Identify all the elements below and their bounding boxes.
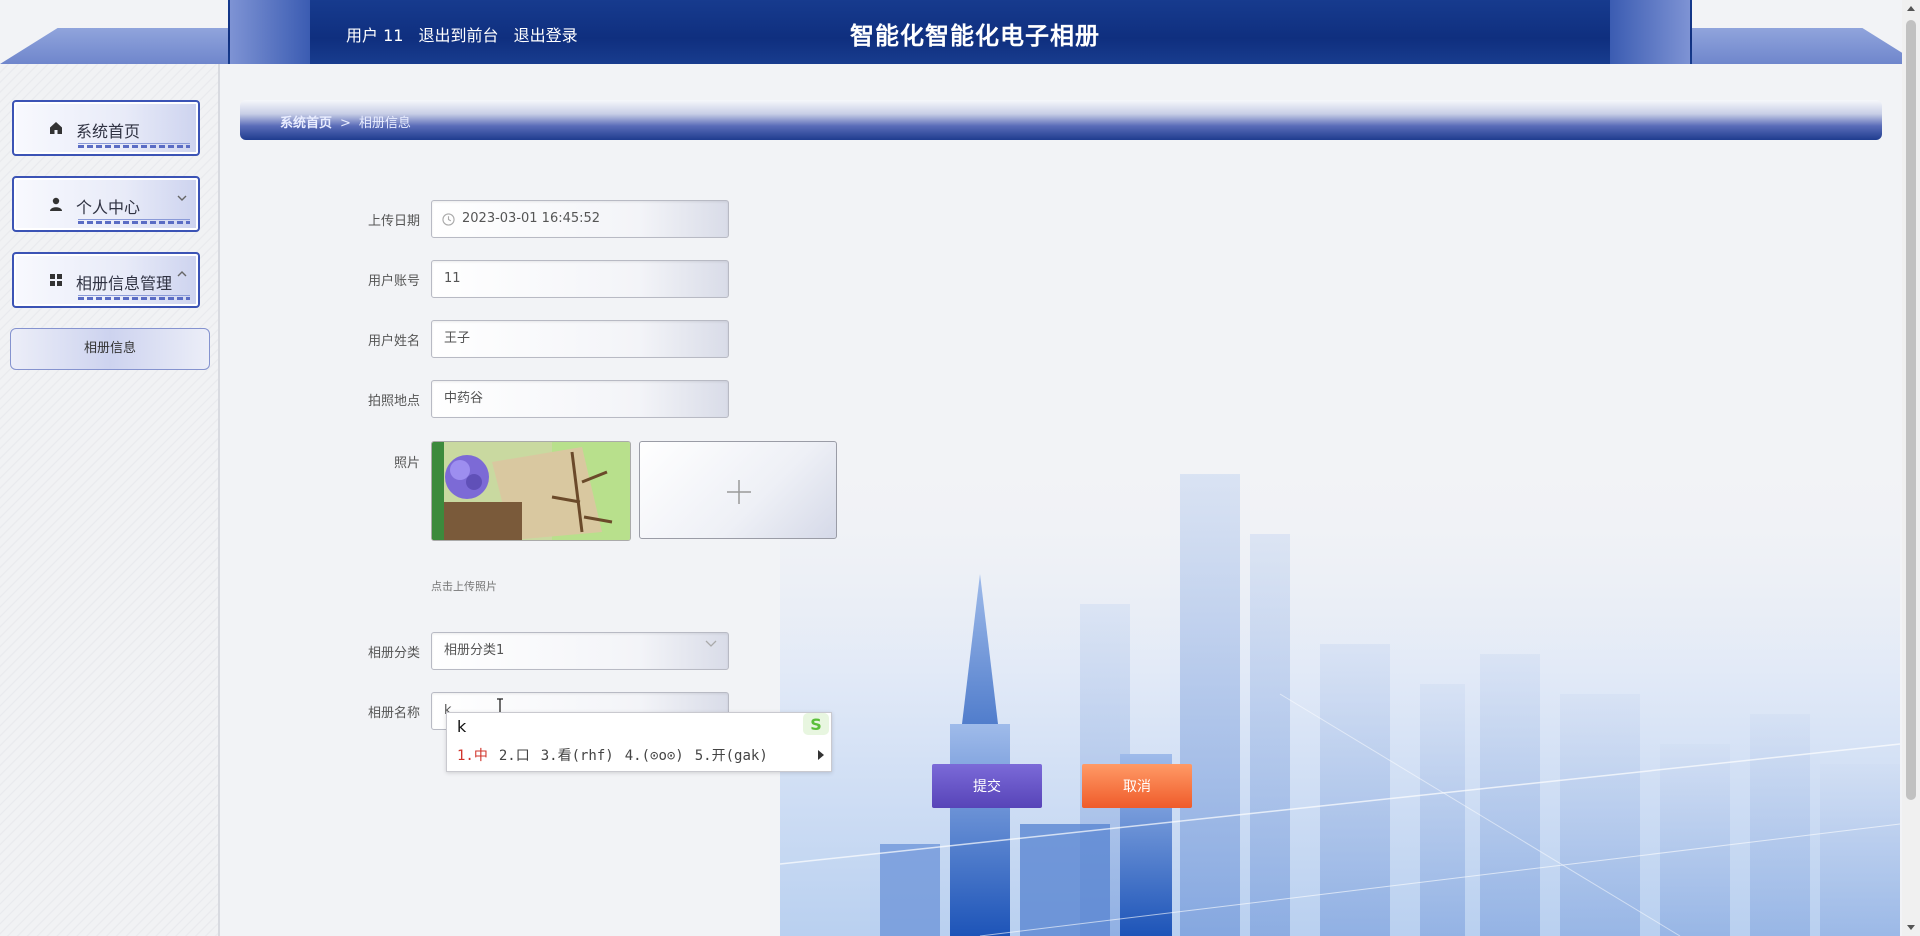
vertical-scrollbar[interactable] bbox=[1902, 0, 1920, 936]
user-name-label: 用户姓名 bbox=[367, 334, 420, 349]
ime-candidate[interactable]: 5.开(gak) bbox=[695, 748, 768, 764]
photo-location-input[interactable]: 中药谷 bbox=[431, 380, 729, 418]
breadcrumb-home[interactable]: 系统首页 bbox=[280, 116, 332, 131]
uploaded-photo-thumbnail[interactable] bbox=[431, 441, 631, 541]
upload-date-value: 2023-03-01 16:45:52 bbox=[462, 211, 601, 226]
city-background-image bbox=[780, 444, 1900, 936]
album-category-select[interactable]: 相册分类1 bbox=[431, 632, 729, 670]
clock-icon bbox=[442, 213, 455, 226]
ime-candidate-list: 1.中 2.口 3.看(rhf) 4.(⊙o⊙) 5.开(gak) bbox=[457, 745, 779, 765]
album-name-label: 相册名称 bbox=[367, 706, 420, 721]
sidebar-subitem-album-info[interactable]: 相册信息 bbox=[10, 328, 210, 370]
upload-date-label: 上传日期 bbox=[367, 214, 420, 229]
ime-candidate[interactable]: 4.(⊙o⊙) bbox=[625, 748, 684, 764]
menu-decoration bbox=[78, 295, 190, 296]
ime-candidate[interactable]: 3.看(rhf) bbox=[541, 748, 614, 764]
breadcrumb-current: 相册信息 bbox=[358, 116, 411, 131]
plus-icon bbox=[727, 480, 751, 504]
submit-button[interactable]: 提交 bbox=[932, 764, 1042, 808]
top-header: 用户 11 退出到前台 退出登录 智能化智能化电子相册 bbox=[0, 0, 1920, 64]
grid-icon bbox=[50, 274, 62, 286]
sidebar-item-label: 系统首页 bbox=[76, 122, 141, 141]
ime-next-page-icon[interactable] bbox=[817, 749, 825, 761]
cancel-button[interactable]: 取消 bbox=[1082, 764, 1192, 808]
chevron-up-icon bbox=[177, 271, 187, 277]
sidebar-item-label: 相册信息管理 bbox=[76, 274, 173, 293]
chevron-down-icon bbox=[177, 195, 187, 201]
ime-composition-text: k bbox=[457, 717, 467, 736]
photo-location-label: 拍照地点 bbox=[367, 394, 420, 409]
home-icon bbox=[50, 122, 62, 134]
menu-decoration bbox=[78, 221, 190, 224]
sidebar-item-home[interactable]: 系统首页 bbox=[12, 100, 200, 156]
menu-decoration bbox=[78, 219, 190, 220]
main-content: 系统首页 > 相册信息 上传日期 2023-03-01 16:45:52 用户账号 … bbox=[220, 64, 1900, 936]
ime-candidate-popup: k S 1.中 2.口 3.看(rhf) 4.(⊙o⊙) 5.开(gak) bbox=[446, 712, 832, 772]
ime-candidate[interactable]: 2.口 bbox=[499, 748, 530, 764]
sogou-ime-logo-icon: S bbox=[803, 713, 829, 735]
scroll-down-icon[interactable] bbox=[1906, 924, 1916, 932]
user-account-input[interactable]: 11 bbox=[431, 260, 729, 298]
photo-label: 照片 bbox=[393, 456, 420, 471]
sidebar-item-label: 个人中心 bbox=[76, 198, 141, 217]
sidebar: 系统首页 个人中心 相册信息管理 相册信息 bbox=[0, 64, 220, 936]
breadcrumb: 系统首页 > 相册信息 bbox=[240, 100, 1882, 140]
site-title: 智能化智能化电子相册 bbox=[850, 22, 1100, 50]
chevron-down-icon bbox=[705, 640, 717, 647]
menu-decoration bbox=[78, 145, 190, 148]
user-account-label: 用户账号 bbox=[367, 274, 420, 289]
album-category-label: 相册分类 bbox=[367, 646, 420, 661]
photo-upload-button[interactable] bbox=[639, 441, 837, 539]
menu-decoration bbox=[78, 297, 190, 300]
sidebar-item-personal-center[interactable]: 个人中心 bbox=[12, 176, 200, 232]
breadcrumb-trail: 系统首页 > 相册信息 bbox=[280, 112, 411, 131]
user-name-input[interactable]: 王子 bbox=[431, 320, 729, 358]
breadcrumb-separator: > bbox=[340, 116, 351, 131]
sidebar-item-album-management[interactable]: 相册信息管理 bbox=[12, 252, 200, 308]
svg-text:S: S bbox=[810, 715, 822, 734]
menu-decoration bbox=[78, 143, 190, 144]
user-icon bbox=[50, 197, 62, 211]
flower-photo-image bbox=[432, 442, 630, 540]
scroll-up-icon[interactable] bbox=[1906, 4, 1916, 12]
scrollbar-thumb[interactable] bbox=[1906, 20, 1916, 800]
upload-hint-text: 点击上传照片 bbox=[431, 580, 497, 593]
ime-candidate[interactable]: 1.中 bbox=[457, 748, 488, 764]
upload-date-input[interactable]: 2023-03-01 16:45:52 bbox=[431, 200, 729, 238]
